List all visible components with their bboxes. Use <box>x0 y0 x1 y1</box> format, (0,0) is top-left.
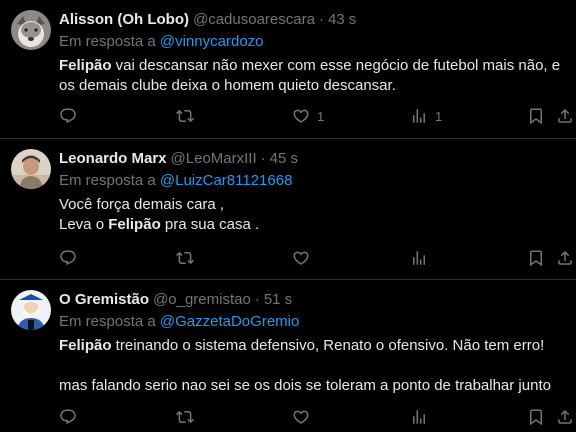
bold-keyword: Felipão <box>108 216 161 233</box>
reply-button[interactable] <box>59 249 77 267</box>
tweet-actions <box>59 248 572 268</box>
views-icon <box>413 251 425 265</box>
display-name[interactable]: O Gremistão <box>59 290 149 310</box>
tweet-text-post: pra sua casa . <box>160 216 260 233</box>
reply-button[interactable] <box>59 408 77 426</box>
tweet-text: Você força demais cara , Leva o Felipão … <box>59 195 566 235</box>
tweet-header: Alisson (Oh Lobo) @cadusoarescara · 43 s <box>59 10 566 30</box>
wolf-avatar-image <box>11 10 51 50</box>
tweet-text-line: Você força demais cara , <box>59 196 225 213</box>
reply-icon <box>60 250 76 266</box>
display-name[interactable]: Leonardo Marx <box>59 149 167 169</box>
tweet[interactable]: O Gremistão @o_gremistao · 51 s Em respo… <box>0 280 576 432</box>
tweet-text-pre: Leva o <box>59 216 109 233</box>
display-name[interactable]: Alisson (Oh Lobo) <box>59 10 189 30</box>
share-button[interactable] <box>556 408 574 426</box>
like-icon <box>293 109 309 123</box>
tweet[interactable]: Leonardo Marx @LeoMarxIII · 45 s Em resp… <box>0 139 576 280</box>
view-count: 1 <box>435 108 443 124</box>
bold-keyword: Felipão <box>59 337 112 354</box>
timestamp[interactable]: 43 s <box>328 10 356 30</box>
tweet-actions <box>59 407 572 427</box>
user-handle[interactable]: @o_gremistao <box>153 290 251 310</box>
retweet-button[interactable] <box>176 408 194 426</box>
retweet-icon <box>176 251 194 265</box>
timeline: Alisson (Oh Lobo) @cadusoarescara · 43 s… <box>0 0 576 432</box>
retweet-button[interactable] <box>176 107 194 125</box>
reply-mention[interactable]: @LuizCar81121668 <box>160 172 293 189</box>
views-button[interactable]: 1 <box>410 107 442 125</box>
retweet-icon <box>176 410 194 424</box>
timestamp[interactable]: 45 s <box>270 149 298 169</box>
share-icon <box>558 250 572 265</box>
avatar[interactable] <box>11 149 51 189</box>
bookmark-icon <box>530 409 542 426</box>
tweet-content: O Gremistão @o_gremistao · 51 s Em respo… <box>59 290 566 396</box>
share-button[interactable] <box>556 107 574 125</box>
like-button[interactable] <box>292 408 310 426</box>
like-icon <box>293 410 309 424</box>
views-button[interactable] <box>410 408 428 426</box>
reply-mention[interactable]: @GazzetaDoGremio <box>160 313 299 330</box>
bookmark-icon <box>530 108 542 125</box>
bookmark-button[interactable] <box>527 408 545 426</box>
tweet-header: O Gremistão @o_gremistao · 51 s <box>59 290 566 310</box>
reply-context: Em resposta a @GazzetaDoGremio <box>59 312 566 332</box>
tweet-text-line: Leva o Felipão pra sua casa . <box>59 215 566 235</box>
tweet-text-rest: treinando o sistema defensivo, Renato o … <box>111 337 545 354</box>
separator-dot: · <box>260 150 266 167</box>
views-icon <box>413 410 425 424</box>
reply-icon <box>60 409 76 425</box>
bookmark-button[interactable] <box>527 249 545 267</box>
tweet-content: Leonardo Marx @LeoMarxIII · 45 s Em resp… <box>59 149 566 235</box>
avatar[interactable] <box>11 290 51 330</box>
like-button[interactable] <box>292 249 310 267</box>
tweet-content: Alisson (Oh Lobo) @cadusoarescara · 43 s… <box>59 10 566 96</box>
bold-keyword: Felipão <box>59 57 112 74</box>
share-icon <box>558 409 572 424</box>
like-icon <box>293 251 309 265</box>
retweet-icon <box>176 109 194 123</box>
tweet-actions: 1 1 <box>59 106 572 126</box>
bookmark-button[interactable] <box>527 107 545 125</box>
tweet-text: Felipão vai descansar não mexer com esse… <box>59 56 566 96</box>
mascot-avatar-image <box>11 290 51 330</box>
views-icon <box>413 109 425 123</box>
tweet-text-rest: vai descansar não mexer com esse negócio… <box>59 57 561 94</box>
separator-dot: · <box>318 11 324 28</box>
tweet-text-line: mas falando serio nao sei se os dois se … <box>59 377 551 394</box>
user-handle[interactable]: @cadusoarescara <box>193 10 315 30</box>
person-avatar-image <box>11 149 51 189</box>
reply-prefix: Em resposta a <box>59 313 160 330</box>
reply-icon <box>60 108 76 124</box>
user-handle[interactable]: @LeoMarxIII <box>171 149 257 169</box>
like-button[interactable]: 1 <box>292 107 324 125</box>
tweet[interactable]: Alisson (Oh Lobo) @cadusoarescara · 43 s… <box>0 0 576 139</box>
share-button[interactable] <box>556 249 574 267</box>
avatar[interactable] <box>11 10 51 50</box>
tweet-text-line: Felipão treinando o sistema defensivo, R… <box>59 336 566 356</box>
tweet-header: Leonardo Marx @LeoMarxIII · 45 s <box>59 149 566 169</box>
bookmark-icon <box>530 250 542 267</box>
timestamp[interactable]: 51 s <box>264 290 292 310</box>
retweet-button[interactable] <box>176 249 194 267</box>
like-count: 1 <box>317 108 325 124</box>
tweet-text: Felipão treinando o sistema defensivo, R… <box>59 336 566 396</box>
reply-mention[interactable]: @vinnycardozo <box>160 33 264 50</box>
separator-dot: · <box>254 291 260 308</box>
views-button[interactable] <box>410 249 428 267</box>
reply-context: Em resposta a @vinnycardozo <box>59 32 566 52</box>
reply-context: Em resposta a @LuizCar81121668 <box>59 171 566 191</box>
reply-button[interactable] <box>59 107 77 125</box>
reply-prefix: Em resposta a <box>59 33 160 50</box>
reply-prefix: Em resposta a <box>59 172 160 189</box>
share-icon <box>558 108 572 123</box>
